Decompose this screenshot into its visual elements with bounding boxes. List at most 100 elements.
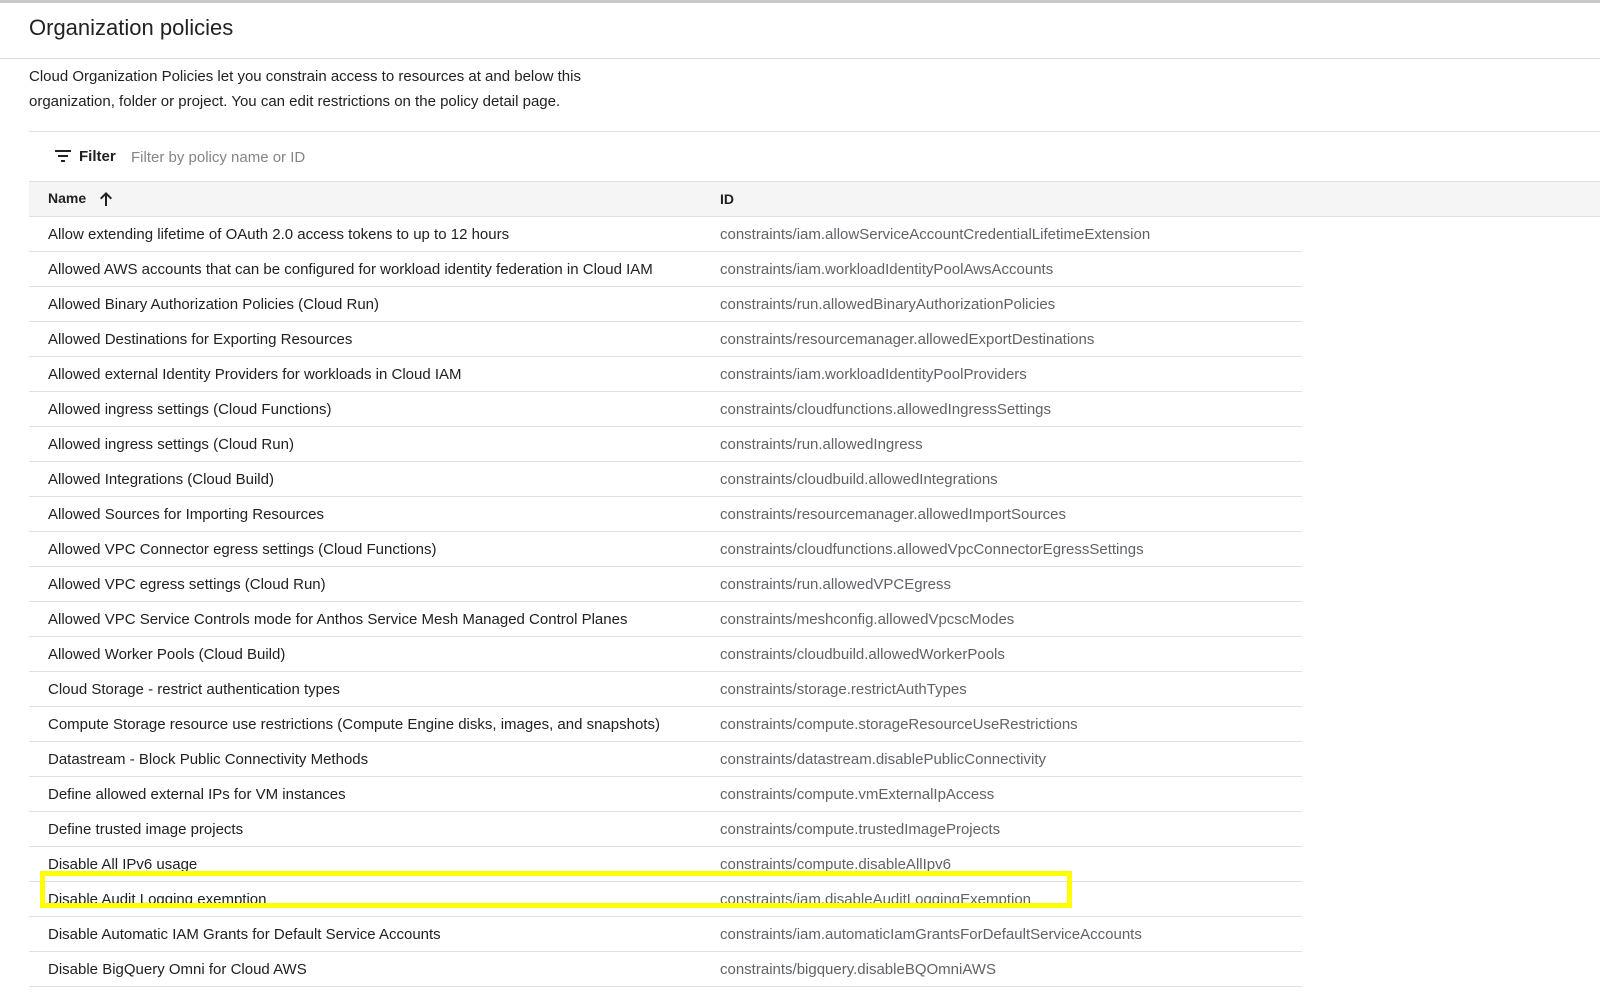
table-row[interactable]: Allowed external Identity Providers for … bbox=[29, 356, 1600, 392]
policy-name[interactable]: Define trusted image projects bbox=[29, 811, 720, 847]
policy-id-text: constraints/cloudbuild.allowedWorkerPool… bbox=[720, 645, 1005, 663]
policy-name[interactable]: Cloud Storage - restrict authentication … bbox=[29, 671, 720, 707]
page-header: Organization policies bbox=[0, 0, 1600, 59]
table-row[interactable]: Disable All IPv6 usage constraints/comput… bbox=[29, 846, 1600, 882]
table-row[interactable]: Allowed Destinations for Exporting Resou… bbox=[29, 321, 1600, 357]
policy-id: constraints/compute.vmExternalIpAccess bbox=[720, 777, 1600, 812]
policy-id: constraints/run.allowedIngress bbox=[720, 427, 1600, 462]
policy-id-text: constraints/cloudfunctions.allowedIngres… bbox=[720, 400, 1052, 418]
policy-name[interactable]: Allowed Integrations (Cloud Build) bbox=[29, 461, 720, 497]
table-row[interactable]: Allowed ingress settings (Cloud Function… bbox=[29, 391, 1600, 427]
policy-id: constraints/cloudbuild.allowedWorkerPool… bbox=[720, 637, 1600, 672]
policy-id-text: constraints/iam.automaticIamGrantsForDef… bbox=[720, 925, 1142, 943]
policy-name[interactable]: Allowed Binary Authorization Policies (C… bbox=[29, 286, 720, 322]
policy-id-text: constraints/run.allowedVPCEgress bbox=[720, 575, 951, 593]
policy-name[interactable]: Allow extending lifetime of OAuth 2.0 ac… bbox=[29, 216, 720, 252]
column-header-id[interactable]: ID bbox=[720, 181, 1600, 217]
policy-id: constraints/iam.automaticIamGrantsForDef… bbox=[720, 917, 1600, 952]
table-row[interactable]: Disable BigQuery Omni for Cloud AWS const… bbox=[29, 951, 1600, 987]
policy-id: constraints/run.allowedVPCEgress bbox=[720, 567, 1600, 602]
table-row[interactable]: Allowed VPC egress settings (Cloud Run) c… bbox=[29, 566, 1600, 602]
policy-id: constraints/cloudfunctions.allowedIngres… bbox=[720, 392, 1600, 427]
policy-name[interactable]: Allowed Destinations for Exporting Resou… bbox=[29, 321, 720, 357]
policy-name[interactable]: Disable BigQuery Omni for Cloud AWS bbox=[29, 951, 720, 987]
policy-id-text: constraints/bigquery.disableBQOmniAWS bbox=[720, 960, 996, 978]
table-header-row: Name ID bbox=[29, 181, 1600, 217]
row-divider bbox=[720, 985, 1302, 987]
policy-id: constraints/iam.workloadIdentityPoolAwsA… bbox=[720, 252, 1600, 287]
policy-id: constraints/storage.restrictAuthTypes bbox=[720, 672, 1600, 707]
filter-button[interactable]: Filter bbox=[53, 146, 116, 166]
table-row[interactable]: Disable Automatic IAM Grants for Default… bbox=[29, 916, 1600, 952]
policy-id: constraints/cloudfunctions.allowedVpcCon… bbox=[720, 532, 1600, 567]
policy-id: constraints/iam.workloadIdentityPoolProv… bbox=[720, 357, 1600, 392]
table-row[interactable]: Allowed VPC Service Controls mode for An… bbox=[29, 601, 1600, 637]
filter-icon bbox=[55, 150, 71, 162]
table-row[interactable]: Allowed VPC Connector egress settings (C… bbox=[29, 531, 1600, 567]
policy-id-text: constraints/storage.restrictAuthTypes bbox=[720, 680, 967, 698]
policy-id-text: constraints/iam.disableAuditLoggingExemp… bbox=[720, 890, 1032, 908]
policy-name[interactable]: Define allowed external IPs for VM insta… bbox=[29, 776, 720, 812]
policy-id-text: constraints/compute.storageResourceUseRe… bbox=[720, 715, 1078, 733]
policy-id-text: constraints/meshconfig.allowedVpcscModes bbox=[720, 610, 1015, 628]
policy-id: constraints/bigquery.disableBQOmniAWS bbox=[720, 952, 1600, 987]
policy-id-text: constraints/datastream.disablePublicConn… bbox=[720, 750, 1046, 768]
policy-id: constraints/run.allowedBinaryAuthorizati… bbox=[720, 287, 1600, 322]
filter-label: Filter bbox=[79, 147, 116, 165]
policy-id: constraints/datastream.disablePublicConn… bbox=[720, 742, 1600, 777]
policy-name[interactable]: Disable Audit Logging exemption bbox=[29, 881, 720, 917]
table-row[interactable]: Allowed ingress settings (Cloud Run) cons… bbox=[29, 426, 1600, 462]
policies-table: Name ID Allow extending lifetime of OAut… bbox=[29, 181, 1600, 987]
table-row[interactable]: Allow extending lifetime of OAuth 2.0 ac… bbox=[29, 216, 1600, 252]
table-body: Allow extending lifetime of OAuth 2.0 ac… bbox=[29, 216, 1600, 987]
policy-id: constraints/compute.trustedImageProjects bbox=[720, 812, 1600, 847]
policy-name[interactable]: Allowed external Identity Providers for … bbox=[29, 356, 720, 392]
policy-name[interactable]: Allowed AWS accounts that can be configu… bbox=[29, 251, 720, 287]
policy-id: constraints/meshconfig.allowedVpcscModes bbox=[720, 602, 1600, 637]
table-row[interactable]: Allowed Integrations (Cloud Build) constr… bbox=[29, 461, 1600, 497]
table-row[interactable]: Cloud Storage - restrict authentication … bbox=[29, 671, 1600, 707]
policy-id-text: constraints/iam.allowServiceAccountCrede… bbox=[720, 225, 1151, 243]
page-description: Cloud Organization Policies let you cons… bbox=[29, 68, 581, 110]
policy-id: constraints/cloudbuild.allowedIntegratio… bbox=[720, 462, 1600, 497]
policy-name[interactable]: Allowed VPC Connector egress settings (C… bbox=[29, 531, 720, 567]
table-row[interactable]: Compute Storage resource use restriction… bbox=[29, 706, 1600, 742]
policy-name[interactable]: Disable Automatic IAM Grants for Default… bbox=[29, 916, 720, 952]
arrow-up-icon[interactable] bbox=[98, 190, 114, 208]
table-row[interactable]: Allowed Sources for Importing Resources c… bbox=[29, 496, 1600, 532]
policy-id-text: constraints/resourcemanager.allowedExpor… bbox=[720, 330, 1095, 348]
policy-name[interactable]: Allowed ingress settings (Cloud Run) bbox=[29, 426, 720, 462]
policy-id-text: constraints/compute.disableAllIpv6 bbox=[720, 855, 951, 873]
table-row[interactable]: Allowed Worker Pools (Cloud Build) constr… bbox=[29, 636, 1600, 672]
table-row[interactable]: Allowed Binary Authorization Policies (C… bbox=[29, 286, 1600, 322]
policy-name[interactable]: Datastream - Block Public Connectivity M… bbox=[29, 741, 720, 777]
table-row[interactable]: Disable Audit Logging exemption constrain… bbox=[29, 881, 1600, 917]
filter-input[interactable] bbox=[129, 144, 533, 170]
policy-name[interactable]: Allowed VPC egress settings (Cloud Run) bbox=[29, 566, 720, 602]
policy-name[interactable]: Allowed VPC Service Controls mode for An… bbox=[29, 601, 720, 637]
policy-name[interactable]: Allowed Sources for Importing Resources bbox=[29, 496, 720, 532]
policy-id-text: constraints/iam.workloadIdentityPoolAwsA… bbox=[720, 260, 1054, 278]
page-title: Organization policies bbox=[29, 15, 234, 40]
filter-bar: Filter bbox=[29, 131, 1600, 182]
policy-name[interactable]: Compute Storage resource use restriction… bbox=[29, 706, 720, 742]
policy-id: constraints/iam.disableAuditLoggingExemp… bbox=[720, 882, 1600, 917]
column-header-name-label: Name bbox=[48, 189, 87, 206]
policy-id-text: constraints/iam.workloadIdentityPoolProv… bbox=[720, 365, 1027, 383]
policy-id: constraints/compute.storageResourceUseRe… bbox=[720, 707, 1600, 742]
policy-name[interactable]: Disable All IPv6 usage bbox=[29, 846, 720, 882]
policy-id-text: constraints/run.allowedIngress bbox=[720, 435, 923, 453]
policy-name[interactable]: Allowed Worker Pools (Cloud Build) bbox=[29, 636, 720, 672]
policy-id-text: constraints/compute.trustedImageProjects bbox=[720, 820, 1001, 838]
table-row[interactable]: Datastream - Block Public Connectivity M… bbox=[29, 741, 1600, 777]
policy-id: constraints/iam.allowServiceAccountCrede… bbox=[720, 217, 1600, 252]
policy-name[interactable]: Allowed ingress settings (Cloud Function… bbox=[29, 391, 720, 427]
policy-id-text: constraints/resourcemanager.allowedImpor… bbox=[720, 505, 1067, 523]
policy-id-text: constraints/run.allowedBinaryAuthorizati… bbox=[720, 295, 1056, 313]
table-row[interactable]: Allowed AWS accounts that can be configu… bbox=[29, 251, 1600, 287]
policy-id: constraints/compute.disableAllIpv6 bbox=[720, 847, 1600, 882]
column-header-name[interactable]: Name bbox=[29, 181, 720, 217]
table-row[interactable]: Define allowed external IPs for VM insta… bbox=[29, 776, 1600, 812]
policy-id-text: constraints/cloudfunctions.allowedVpcCon… bbox=[720, 540, 1144, 558]
table-row[interactable]: Define trusted image projects constraints… bbox=[29, 811, 1600, 847]
